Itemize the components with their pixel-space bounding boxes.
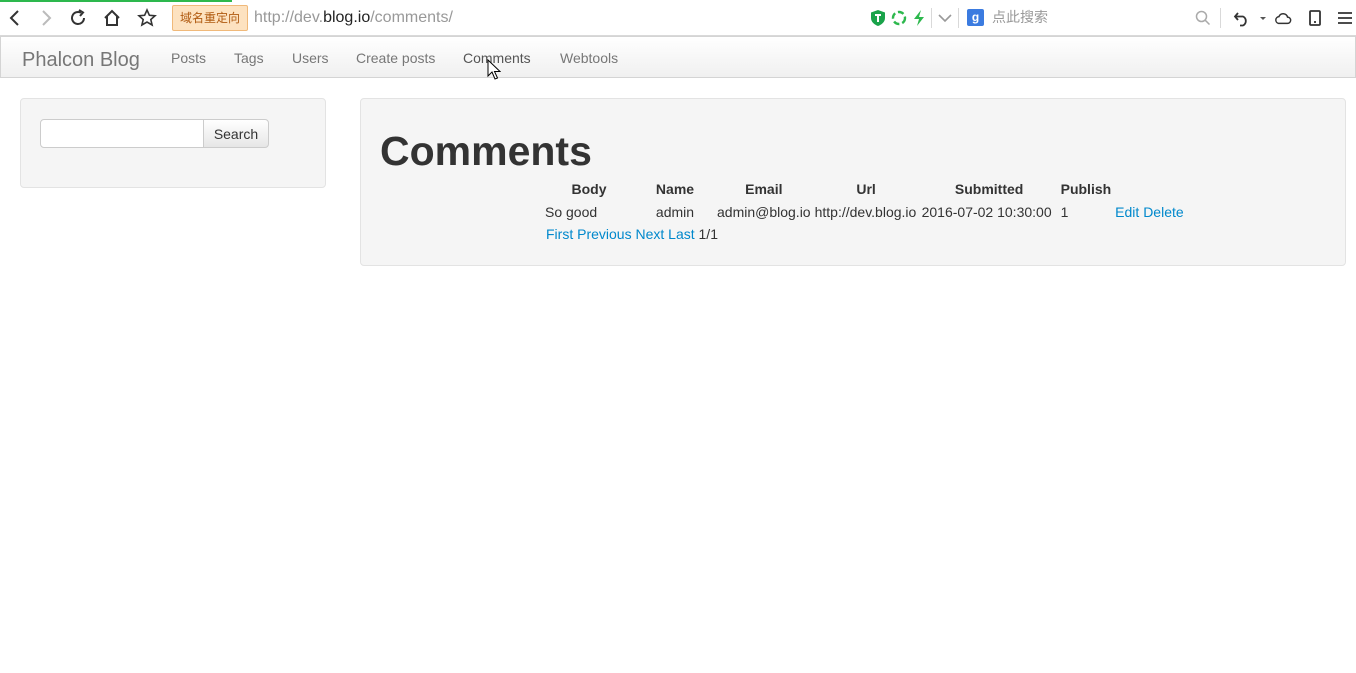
nav-link-webtools[interactable]: Webtools [560,49,618,67]
pagination-first-link[interactable]: First [546,226,573,242]
column-header-email: Email [745,181,783,197]
nav-link-users[interactable]: Users [292,49,329,67]
cell-name: admin [655,204,695,220]
toolbar-divider [1220,8,1221,28]
browser-toolbar: 域名重定向 http://dev.blog.io/comments/ g 点此搜… [0,0,1356,36]
cell-url: http://dev.blog.io [814,204,917,220]
column-header-body: Body [571,181,607,197]
comments-table: Body Name Email Url Submitted Publish So… [543,179,1186,222]
forward-button[interactable] [34,6,58,30]
browser-search-input[interactable]: 点此搜索 [992,9,1048,27]
nav-link-posts[interactable]: Posts [171,49,206,67]
menu-icon[interactable] [1336,9,1354,27]
column-header-publish: Publish [1060,181,1112,197]
search-input[interactable] [40,119,204,148]
column-header-actions [1113,179,1185,202]
table-header-row: Body Name Email Url Submitted Publish [543,179,1186,202]
url-path: /comments/ [370,9,453,26]
cell-submitted: 2016-07-02 10:30:00 [921,204,1052,220]
lightning-icon[interactable] [910,9,928,27]
url-host: blog.io [323,9,371,26]
undo-icon[interactable] [1233,9,1251,27]
edit-link[interactable]: Edit [1115,204,1139,220]
reload-button[interactable] [66,6,90,30]
page-load-progress [0,0,232,2]
reload-icon [71,9,85,25]
home-button[interactable] [100,6,124,30]
column-header-submitted: Submitted [954,181,1024,197]
cell-body: So good [545,204,598,220]
shield-icon[interactable] [869,9,887,27]
back-button[interactable] [3,6,27,30]
address-bar[interactable]: http://dev.blog.io/comments/ [254,8,453,28]
search-engine-icon[interactable]: g [967,9,984,26]
home-icon [104,9,120,26]
toolbar-divider [931,8,932,28]
search-icon[interactable] [1194,9,1212,27]
url-prefix: http://dev. [254,9,324,26]
cell-actions: Edit Delete [1113,202,1185,222]
recycle-icon[interactable] [890,9,908,27]
toolbar-divider [958,8,959,28]
site-navbar: Phalcon Blog Posts Tags Users Create pos… [0,36,1356,78]
page-title: Comments [380,128,592,174]
bookmark-button[interactable] [135,6,159,30]
tablet-icon[interactable] [1306,9,1324,27]
forward-arrow-icon [42,10,52,26]
pagination-status: 1/1 [698,226,718,242]
cell-email: admin@blog.io [717,204,811,220]
redirect-badge[interactable]: 域名重定向 [172,5,248,31]
cloud-icon[interactable] [1274,9,1292,27]
delete-link[interactable]: Delete [1143,204,1183,220]
nav-link-tags[interactable]: Tags [234,49,264,67]
back-arrow-icon [9,10,19,26]
search-button[interactable]: Search [203,119,269,148]
chevron-down-icon[interactable] [936,9,954,27]
caret-down-icon[interactable] [1254,9,1272,27]
cell-publish: 1 [1060,204,1069,220]
pagination: First Previous Next Last 1/1 [546,225,718,243]
pagination-next-link[interactable]: Next [635,226,664,242]
table-row: So good admin admin@blog.io http://dev.b… [543,202,1186,222]
pagination-previous-link[interactable]: Previous [577,226,631,242]
pagination-last-link[interactable]: Last [668,226,694,242]
mouse-cursor-icon [487,59,501,80]
column-header-url: Url [856,181,876,197]
star-icon [137,8,157,27]
column-header-name: Name [655,181,695,197]
nav-link-create-posts[interactable]: Create posts [356,49,435,67]
brand-link[interactable]: Phalcon Blog [22,48,140,72]
